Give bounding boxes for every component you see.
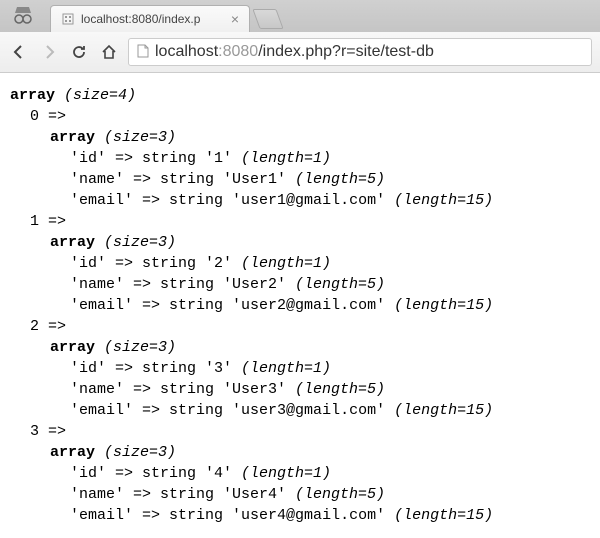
dump-inner-array: array (size=3) [10,127,590,148]
url-path: /index.php?r=site/test-db [258,43,434,60]
dump-outer-array: array (size=4) [10,85,590,106]
dump-field-row: 'id' => string '2' (length=1) [10,253,590,274]
url-host: localhost [155,43,218,60]
page-icon [137,44,149,61]
dump-field-row: 'id' => string '3' (length=1) [10,358,590,379]
dump-field-row: 'id' => string '1' (length=1) [10,148,590,169]
tab-bar: localhost:8080/index.p × [0,0,600,32]
tab-title: localhost:8080/index.p [81,12,200,26]
new-tab-button[interactable] [252,9,283,29]
dump-field-row: 'id' => string '4' (length=1) [10,463,590,484]
dump-inner-array: array (size=3) [10,232,590,253]
dump-index-row: 0 => [10,106,590,127]
address-bar[interactable]: localhost:8080/index.php?r=site/test-db [128,38,592,66]
back-button[interactable] [8,41,30,63]
page-content: array (size=4) 0 =>array (size=3)'id' =>… [0,73,600,538]
url-text: localhost:8080/index.php?r=site/test-db [155,43,434,61]
dump-field-row: 'name' => string 'User4' (length=5) [10,484,590,505]
dump-field-row: 'name' => string 'User1' (length=5) [10,169,590,190]
home-button[interactable] [98,41,120,63]
dump-inner-array: array (size=3) [10,442,590,463]
dump-field-row: 'name' => string 'User2' (length=5) [10,274,590,295]
array-keyword: array [10,87,55,104]
dump-items: 0 =>array (size=3)'id' => string '1' (le… [10,106,590,526]
dump-field-row: 'email' => string 'user1@gmail.com' (len… [10,190,590,211]
url-port: :8080 [218,43,258,60]
browser-tab[interactable]: localhost:8080/index.p × [50,5,250,32]
toolbar: localhost:8080/index.php?r=site/test-db [0,32,600,72]
reload-button[interactable] [68,41,90,63]
dump-field-row: 'email' => string 'user4@gmail.com' (len… [10,505,590,526]
forward-button[interactable] [38,41,60,63]
dump-field-row: 'email' => string 'user2@gmail.com' (len… [10,295,590,316]
dump-field-row: 'email' => string 'user3@gmail.com' (len… [10,400,590,421]
tab-close-icon[interactable]: × [231,11,239,27]
dump-index-row: 1 => [10,211,590,232]
tab-favicon-icon [61,12,75,26]
incognito-icon [10,4,36,26]
dump-index-row: 2 => [10,316,590,337]
browser-chrome: localhost:8080/index.p × localhost:8080/… [0,0,600,73]
dump-index-row: 3 => [10,421,590,442]
size-annotation: (size=4) [64,87,136,104]
dump-field-row: 'name' => string 'User3' (length=5) [10,379,590,400]
dump-inner-array: array (size=3) [10,337,590,358]
